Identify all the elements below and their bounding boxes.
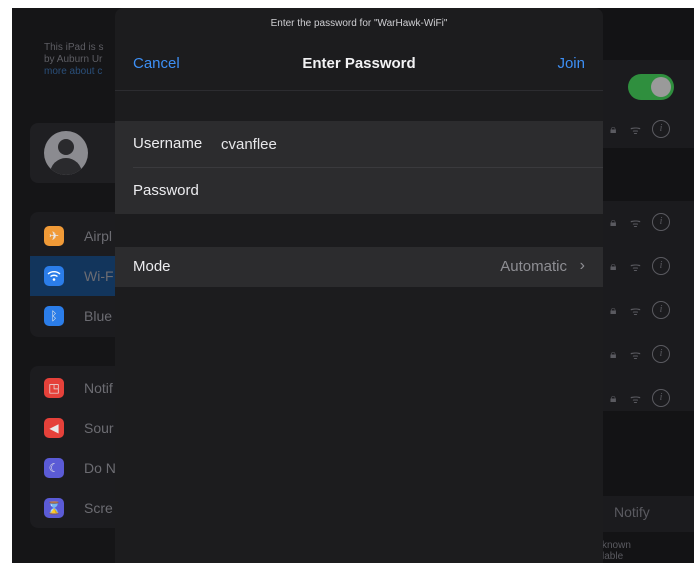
wifi-signal-icon: ᯤ bbox=[630, 216, 641, 230]
wifi-signal-icon: ᯤ bbox=[630, 348, 641, 362]
info-icon[interactable]: i bbox=[652, 120, 670, 138]
username-label: Username bbox=[133, 135, 203, 152]
lock-icon: 🔒︎ bbox=[610, 215, 617, 229]
sidebar-item-label: Notif bbox=[84, 380, 113, 396]
sidebar-item-label: Scre bbox=[84, 500, 113, 516]
known-networks-note: known lable bbox=[602, 540, 631, 562]
lock-icon: 🔒︎ bbox=[610, 303, 617, 317]
lock-icon: 🔒︎ bbox=[610, 391, 617, 405]
ipad-screen: This iPad is s by Auburn Ur more about c… bbox=[12, 8, 694, 563]
lock-icon: 🔒︎ bbox=[610, 347, 617, 361]
sound-icon: ◀ bbox=[44, 418, 64, 438]
network-status-icons: 🔒︎ ᯤ i bbox=[610, 120, 680, 140]
wifi-signal-icon: ᯤ bbox=[630, 260, 641, 274]
info-icon[interactable]: i bbox=[652, 345, 670, 363]
mode-label: Mode bbox=[133, 258, 171, 275]
chevron-right-icon: › bbox=[579, 257, 585, 274]
info-icon[interactable]: i bbox=[652, 301, 670, 319]
ask-to-join-value: Notify bbox=[614, 504, 650, 520]
avatar bbox=[44, 131, 88, 175]
mode-row[interactable]: Mode Automatic › bbox=[115, 247, 603, 287]
wifi-toggle[interactable] bbox=[628, 74, 674, 100]
password-field[interactable] bbox=[221, 178, 581, 204]
mode-value: Automatic bbox=[500, 258, 567, 275]
cancel-button[interactable]: Cancel bbox=[133, 55, 180, 72]
network-status-icons: 🔒︎ ᯤ i bbox=[610, 213, 680, 233]
network-status-icons: 🔒︎ ᯤ i bbox=[610, 345, 680, 365]
wifi-signal-icon: ᯤ bbox=[630, 392, 641, 406]
hourglass-icon: ⌛ bbox=[44, 498, 64, 518]
credentials-group: Username Password bbox=[115, 121, 603, 214]
info-icon[interactable]: i bbox=[652, 257, 670, 275]
info-icon[interactable]: i bbox=[652, 213, 670, 231]
password-row: Password bbox=[115, 168, 603, 214]
bluetooth-icon: ᛒ bbox=[44, 306, 64, 326]
username-row: Username bbox=[115, 121, 603, 168]
sidebar-item-label: Blue bbox=[84, 308, 113, 324]
join-button[interactable]: Join bbox=[557, 55, 585, 72]
sidebar-item-label: Do N bbox=[84, 460, 116, 476]
enter-password-sheet: Enter the password for "WarHawk-WiFi" En… bbox=[115, 8, 603, 563]
moon-icon: ☾ bbox=[44, 458, 64, 478]
notifications-icon: ◳ bbox=[44, 378, 64, 398]
password-label: Password bbox=[133, 182, 199, 199]
network-status-icons: 🔒︎ ᯤ i bbox=[610, 389, 680, 409]
password-prompt: Enter the password for "WarHawk-WiFi" bbox=[270, 18, 448, 29]
wifi-icon bbox=[44, 266, 64, 286]
wifi-signal-icon: ᯤ bbox=[630, 123, 641, 137]
sidebar-item-label: Sour bbox=[84, 420, 114, 436]
username-field[interactable] bbox=[221, 131, 581, 157]
sheet-title: Enter Password bbox=[302, 55, 416, 72]
network-status-icons: 🔒︎ ᯤ i bbox=[610, 257, 680, 277]
managed-note-line2: by Auburn Ur bbox=[44, 54, 103, 65]
sidebar-item-label: Airpl bbox=[84, 228, 113, 244]
info-icon[interactable]: i bbox=[652, 389, 670, 407]
sheet-navbar: Enter the password for "WarHawk-WiFi" En… bbox=[115, 8, 603, 91]
airplane-icon: ✈ bbox=[44, 226, 64, 246]
sidebar-item-label: Wi-F bbox=[84, 268, 114, 284]
network-status-icons: 🔒︎ ᯤ i bbox=[610, 301, 680, 321]
managed-note-link[interactable]: more about c bbox=[44, 66, 102, 78]
wifi-signal-icon: ᯤ bbox=[630, 304, 641, 318]
lock-icon: 🔒︎ bbox=[610, 259, 617, 273]
managed-note-line1: This iPad is s bbox=[44, 42, 104, 53]
lock-icon: 🔒︎ bbox=[610, 122, 617, 136]
